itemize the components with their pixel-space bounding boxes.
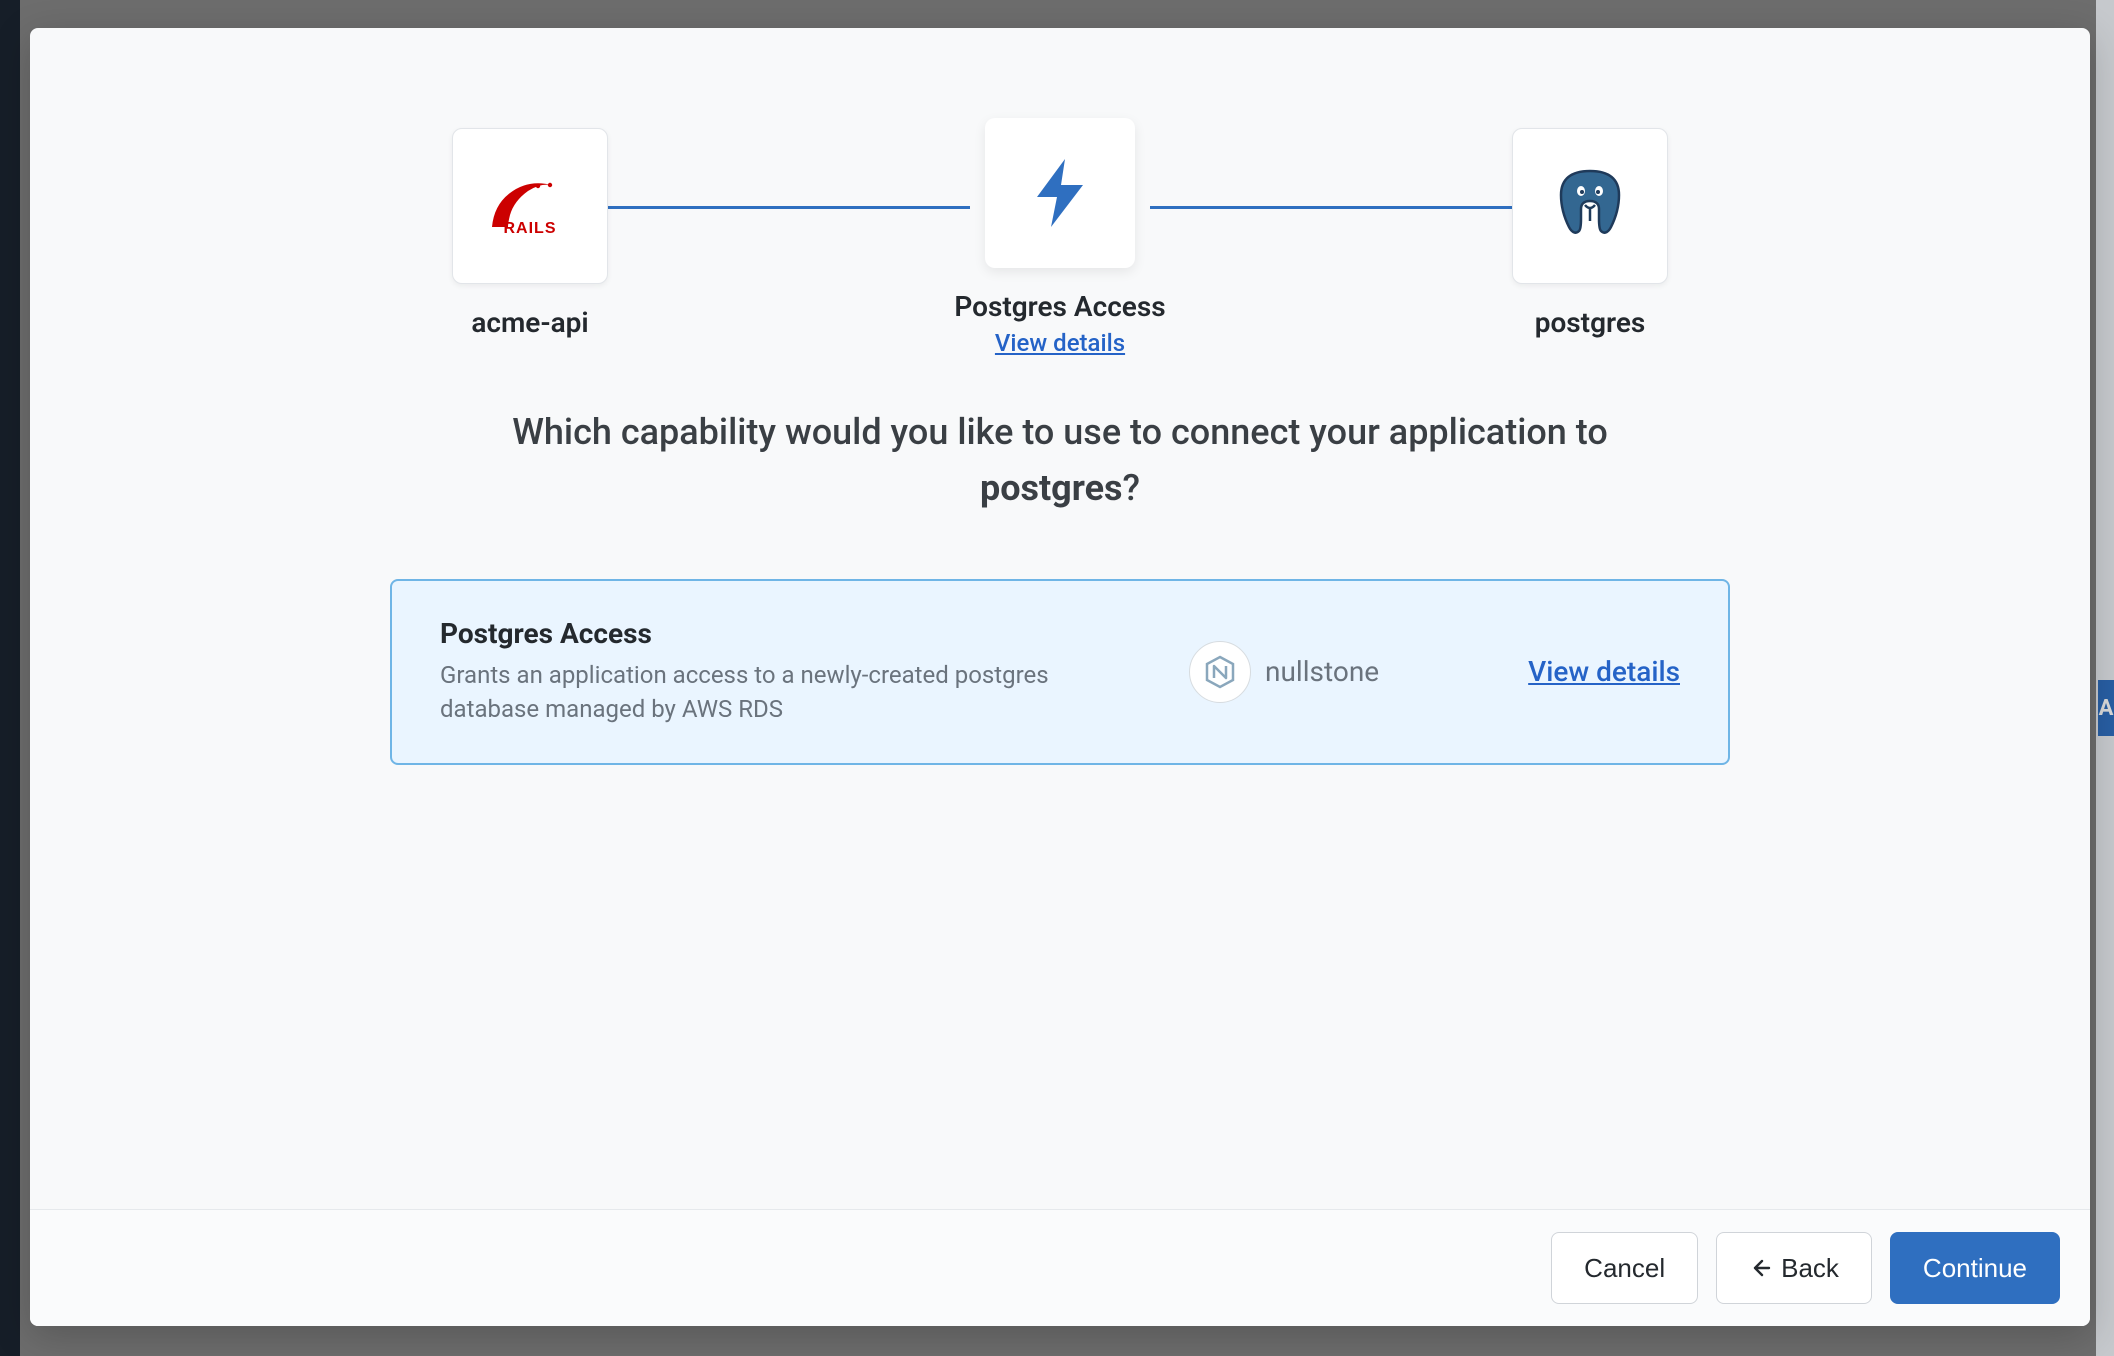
question-prefix: Which capability would you like to use t…: [512, 411, 1608, 453]
flow-node-target: postgres: [1480, 128, 1700, 339]
capability-provider: nullstone: [1189, 641, 1379, 703]
question-bold: postgres: [980, 467, 1123, 509]
bolt-icon: [985, 118, 1135, 268]
flow-node-middle: Postgres Access View details: [920, 118, 1200, 357]
question-suffix: ?: [1123, 467, 1141, 509]
back-button[interactable]: Back: [1716, 1232, 1872, 1304]
back-button-label: Back: [1781, 1253, 1839, 1284]
modal-body: RAILS acme-api Postgres Access View deta…: [30, 28, 2090, 1209]
continue-button[interactable]: Continue: [1890, 1232, 2060, 1304]
wizard-question: Which capability would you like to use t…: [470, 405, 1650, 517]
capability-card[interactable]: Postgres Access Grants an application ac…: [390, 579, 1730, 766]
capability-details-link[interactable]: View details: [1528, 655, 1680, 688]
nullstone-icon: [1189, 641, 1251, 703]
connection-flow-diagram: RAILS acme-api Postgres Access View deta…: [90, 128, 2030, 357]
capability-title: Postgres Access: [440, 617, 1120, 650]
svg-text:RAILS: RAILS: [504, 220, 557, 237]
capability-wizard-modal: RAILS acme-api Postgres Access View deta…: [30, 28, 2090, 1326]
rails-icon: RAILS: [452, 128, 608, 284]
modal-footer: Cancel Back Continue: [30, 1209, 2090, 1326]
arrow-left-icon: [1749, 1257, 1771, 1279]
cancel-button[interactable]: Cancel: [1551, 1232, 1698, 1304]
flow-node-middle-label: Postgres Access: [954, 290, 1165, 323]
flow-node-target-label: postgres: [1535, 306, 1646, 339]
capability-provider-label: nullstone: [1265, 655, 1379, 688]
flow-middle-details-link[interactable]: View details: [995, 329, 1125, 357]
capability-description: Grants an application access to a newly-…: [440, 658, 1120, 728]
flow-node-source-label: acme-api: [471, 306, 588, 339]
flow-node-source: RAILS acme-api: [420, 128, 640, 339]
capability-card-text: Postgres Access Grants an application ac…: [440, 617, 1120, 728]
postgres-icon: [1512, 128, 1668, 284]
